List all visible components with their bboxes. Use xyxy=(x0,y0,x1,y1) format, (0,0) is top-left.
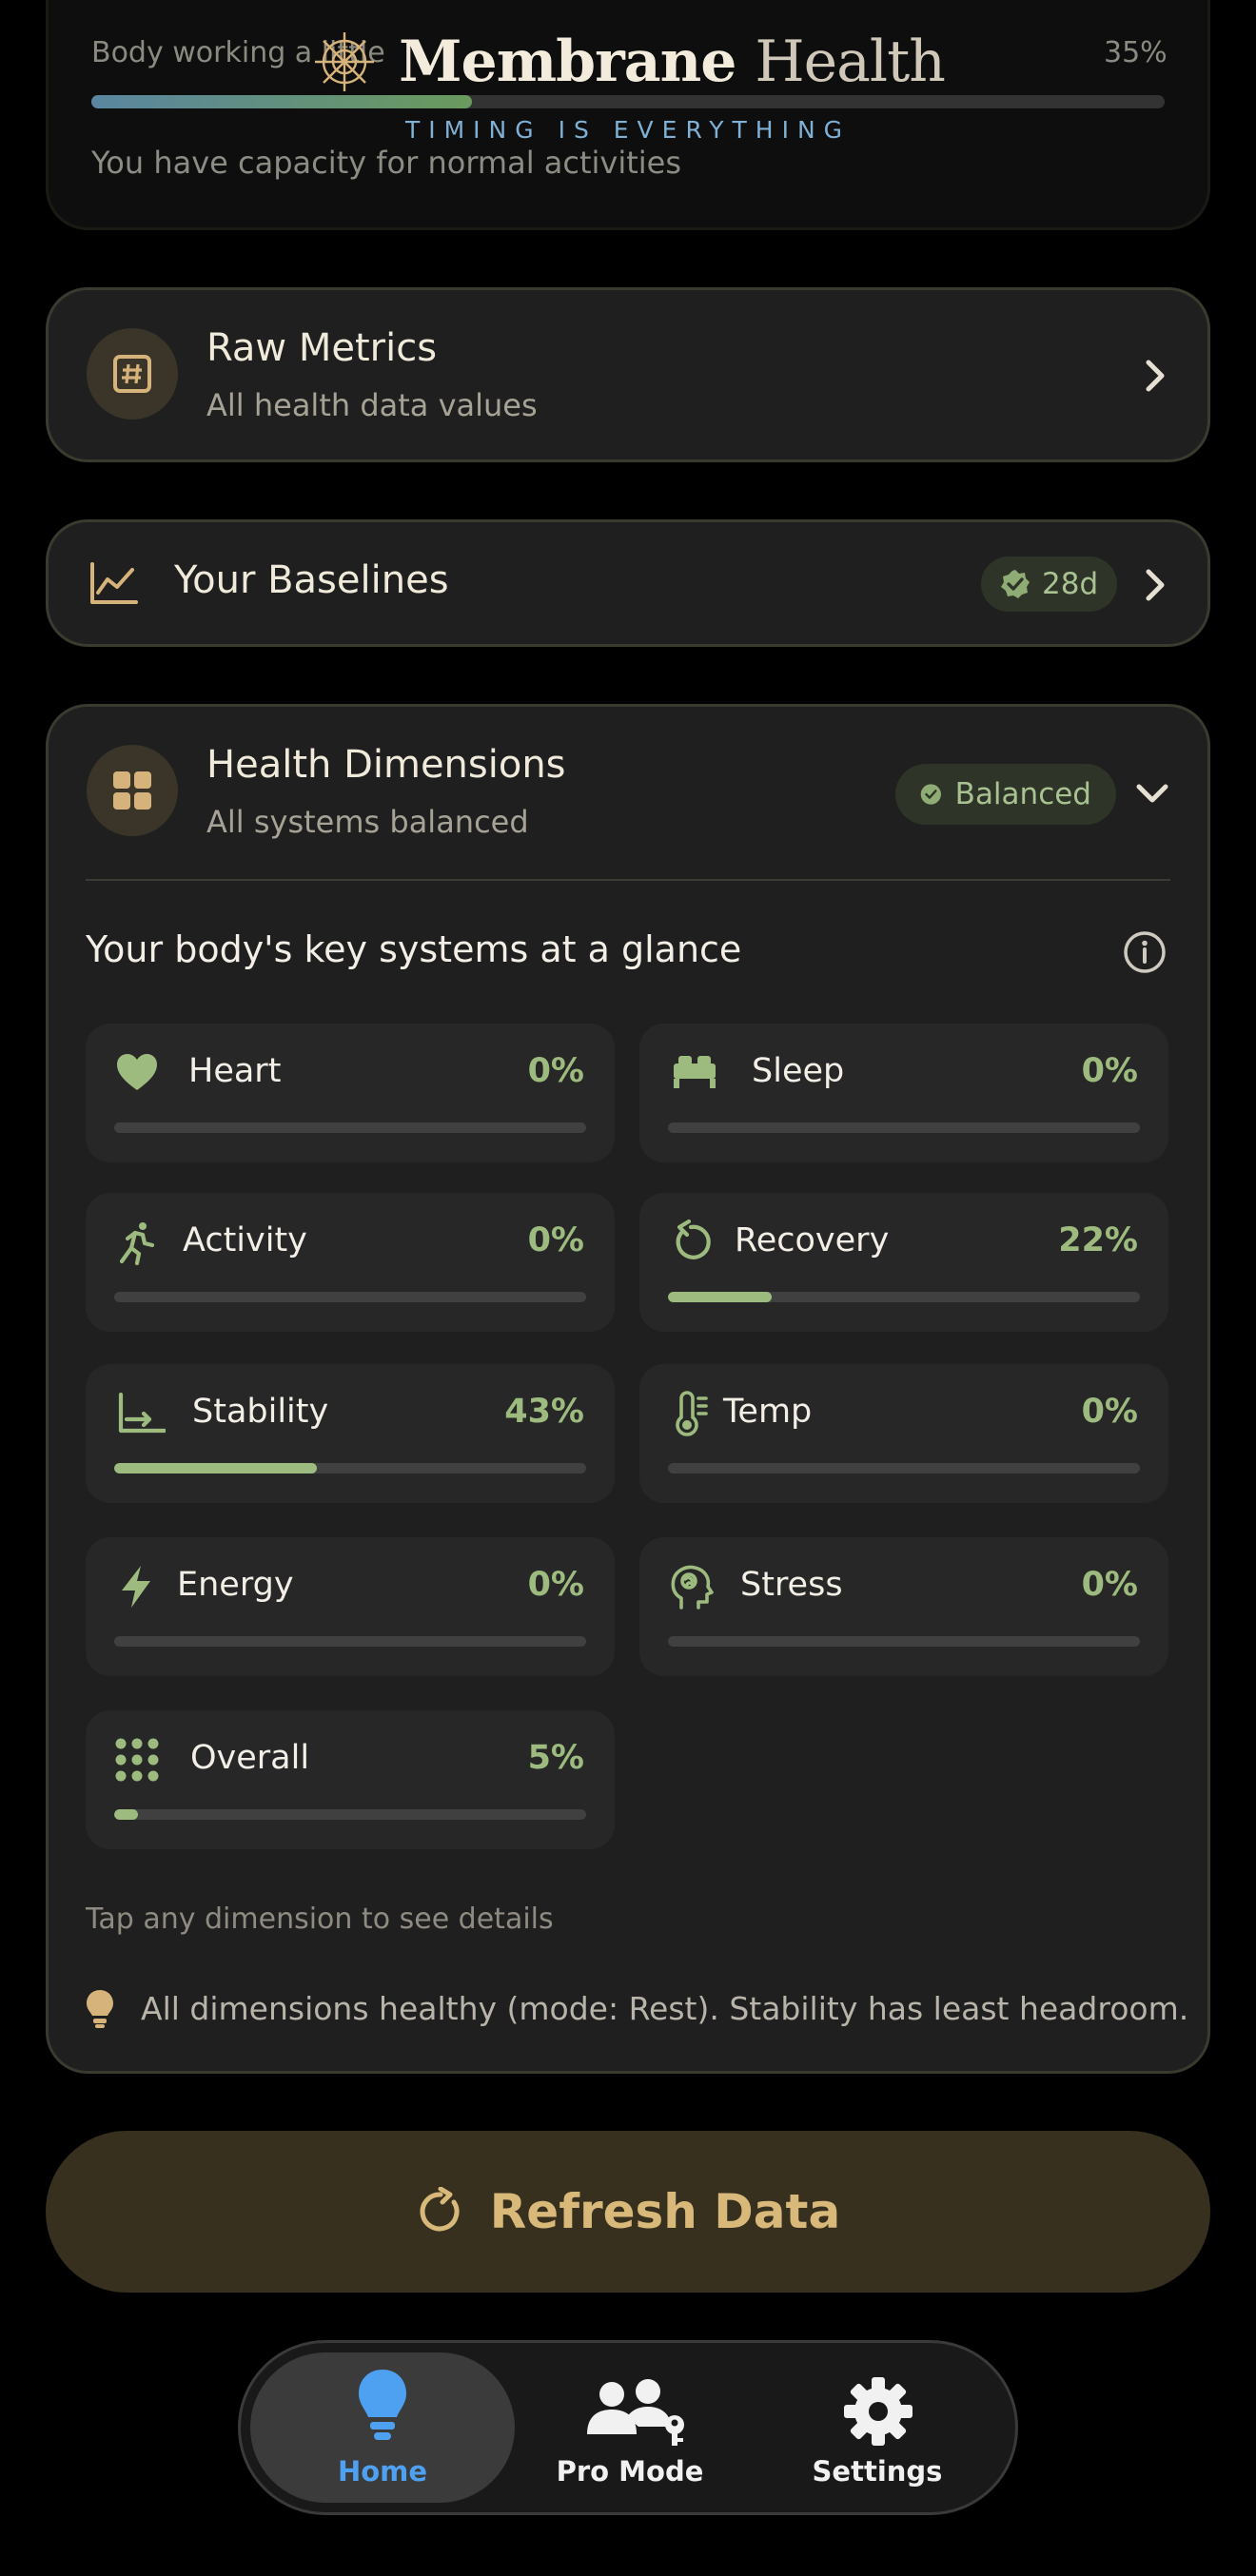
lightbulb-icon xyxy=(359,2370,406,2440)
dimension-percent: 0% xyxy=(527,1221,584,1259)
dimensions-title: Health Dimensions xyxy=(206,743,566,787)
refresh-data-button[interactable]: Refresh Data xyxy=(46,2131,1210,2293)
dimension-progress-track xyxy=(114,1292,586,1302)
baselines-card[interactable]: Your Baselines 28d xyxy=(46,519,1210,647)
grid-dots-icon xyxy=(115,1738,159,1782)
dimension-progress-track xyxy=(114,1122,586,1133)
dimensions-insight: All dimensions healthy (mode: Rest). Sta… xyxy=(141,1990,1189,2027)
users-key-icon xyxy=(587,2379,684,2446)
dimension-tile-energy[interactable]: Energy 0% xyxy=(86,1537,615,1676)
dimension-tile-recovery[interactable]: Recovery 22% xyxy=(639,1193,1168,1332)
raw-metrics-card[interactable]: Raw Metrics All health data values xyxy=(46,287,1210,462)
bed-icon xyxy=(674,1056,716,1088)
running-icon xyxy=(119,1222,155,1265)
chevron-right-icon xyxy=(1146,360,1165,392)
chevron-down-icon[interactable] xyxy=(1133,779,1171,808)
dimensions-hint: Tap any dimension to see details xyxy=(86,1903,554,1936)
baselines-title: Your Baselines xyxy=(174,558,449,602)
baseline-days-badge: 28d xyxy=(981,556,1118,612)
dimensions-subtitle: All systems balanced xyxy=(206,804,529,840)
raw-metrics-subtitle: All health data values xyxy=(206,387,538,423)
rotate-icon xyxy=(676,1220,711,1259)
dimension-percent: 5% xyxy=(527,1739,584,1777)
dimension-tile-temp[interactable]: Temp 0% xyxy=(639,1364,1168,1503)
dimension-label: Stress xyxy=(740,1566,843,1604)
dimension-tile-stress[interactable]: Stress 0% xyxy=(639,1537,1168,1676)
dimension-label: Stability xyxy=(192,1393,329,1431)
nav-home-label: Home xyxy=(337,2455,428,2488)
dimension-progress-track xyxy=(114,1636,586,1647)
check-circle-icon xyxy=(920,784,941,805)
dimension-label: Energy xyxy=(177,1566,294,1604)
tagline: TIMING IS EVERYTHING xyxy=(404,116,852,144)
grid-squares-icon xyxy=(113,771,151,810)
dimension-label: Activity xyxy=(183,1221,307,1259)
nav-pro-mode-label: Pro Mode xyxy=(556,2455,704,2488)
dimensions-icon-wrap xyxy=(87,745,178,836)
hash-icon xyxy=(113,355,151,393)
gear-icon xyxy=(844,2377,913,2446)
bolt-icon xyxy=(122,1566,150,1608)
dimension-progress-track xyxy=(668,1463,1140,1473)
balanced-status-text: Balanced xyxy=(954,777,1091,811)
info-icon[interactable] xyxy=(1123,930,1167,974)
refresh-data-label: Refresh Data xyxy=(489,2184,841,2239)
dimension-percent: 0% xyxy=(527,1052,584,1090)
dimension-label: Overall xyxy=(190,1739,310,1777)
nav-pro-mode[interactable]: Pro Mode xyxy=(498,2352,762,2503)
nav-settings-label: Settings xyxy=(812,2455,943,2488)
compass-logo-icon xyxy=(315,32,375,91)
chart-axis-icon xyxy=(118,1392,166,1434)
section-divider xyxy=(86,879,1170,881)
dimension-progress-track xyxy=(668,1636,1140,1647)
chevron-right-icon xyxy=(1146,569,1165,601)
dimension-percent: 0% xyxy=(1081,1393,1138,1431)
dimension-progress-track xyxy=(668,1122,1140,1133)
nav-home[interactable]: Home xyxy=(250,2352,515,2503)
dimension-percent: 43% xyxy=(504,1393,584,1431)
dimension-tile-sleep[interactable]: Sleep 0% xyxy=(639,1024,1168,1162)
lightbulb-hint-icon xyxy=(87,1990,113,2028)
brand-name: Membrane Health xyxy=(399,29,946,95)
refresh-icon xyxy=(420,2187,460,2232)
dimension-tile-overall[interactable]: Overall 5% xyxy=(86,1710,615,1849)
dimension-progress-track xyxy=(668,1292,1140,1302)
thermometer-icon xyxy=(676,1391,708,1436)
app-header: Membrane Health xyxy=(0,29,1256,99)
dimension-progress-track xyxy=(114,1463,586,1473)
dimension-progress-fill xyxy=(114,1463,318,1473)
previous-card-caption: You have capacity for normal activities xyxy=(91,145,682,181)
raw-metrics-title: Raw Metrics xyxy=(206,326,438,370)
dimension-percent: 0% xyxy=(1081,1566,1138,1604)
balanced-status-badge: Balanced xyxy=(895,764,1116,825)
dimension-label: Recovery xyxy=(735,1221,890,1259)
dimension-percent: 0% xyxy=(1081,1052,1138,1090)
verified-badge-icon xyxy=(1001,570,1030,598)
dimension-tile-stability[interactable]: Stability 43% xyxy=(86,1364,615,1503)
dimension-label: Sleep xyxy=(752,1052,845,1090)
nav-settings[interactable]: Settings xyxy=(745,2352,1010,2503)
dimension-progress-track xyxy=(114,1809,586,1820)
brain-head-icon xyxy=(671,1565,714,1610)
dimension-tile-heart[interactable]: Heart 0% xyxy=(86,1024,615,1162)
raw-metrics-icon-wrap xyxy=(87,328,178,420)
dimension-percent: 0% xyxy=(527,1566,584,1604)
dimension-progress-fill xyxy=(668,1292,773,1302)
baseline-days-text: 28d xyxy=(1042,567,1099,601)
dimension-label: Temp xyxy=(723,1393,813,1431)
dimension-percent: 22% xyxy=(1058,1221,1138,1259)
chart-line-icon xyxy=(90,562,138,604)
dimension-label: Heart xyxy=(188,1052,282,1090)
bottom-nav: Home Pro Mode Settings xyxy=(238,2340,1018,2515)
dimension-tile-activity[interactable]: Activity 0% xyxy=(86,1193,615,1332)
dimension-progress-fill xyxy=(114,1809,138,1820)
dimensions-heading: Your body's key systems at a glance xyxy=(86,928,742,970)
heart-icon xyxy=(117,1054,157,1090)
